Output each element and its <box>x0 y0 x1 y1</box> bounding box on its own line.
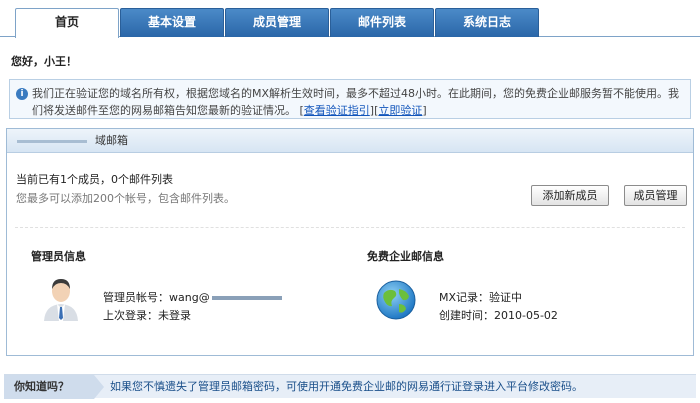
mx-value: 验证中 <box>489 291 523 304</box>
last-login-row: 上次登录：未登录 <box>103 307 191 323</box>
redacted-domain <box>17 140 87 143</box>
tab-system-log[interactable]: 系统日志 <box>435 8 539 37</box>
tip-arrow <box>94 375 104 399</box>
enterprise-info-title: 免费企业邮信息 <box>367 250 444 263</box>
admin-avatar-icon <box>44 279 78 321</box>
manage-members-button[interactable]: 成员管理 <box>624 185 687 206</box>
divider <box>15 227 685 228</box>
admin-account-label: 管理员帐号： <box>103 291 169 304</box>
tab-member-management[interactable]: 成员管理 <box>225 8 329 37</box>
created-label: 创建时间： <box>439 309 494 322</box>
verify-now-link[interactable]: 立即验证 <box>378 104 422 117</box>
last-login-label: 上次登录： <box>103 309 158 322</box>
bracket-close: ] <box>422 104 427 117</box>
view-guide-link[interactable]: 查看验证指引 <box>304 104 370 117</box>
admin-account-value: wang@ <box>169 291 210 304</box>
panel-header: 域邮箱 <box>7 129 693 153</box>
globe-icon <box>376 280 416 320</box>
verification-notice: i 我们正在验证您的域名所有权，根据您域名的MX解析生效时间，最多不超过48小时… <box>9 79 691 119</box>
admin-info-title: 管理员信息 <box>31 250 86 263</box>
tab-bar: 首页 基本设置 成员管理 邮件列表 系统日志 <box>0 0 700 38</box>
mx-label: MX记录： <box>439 291 490 304</box>
redacted-account <box>211 296 282 300</box>
tab-mail-list[interactable]: 邮件列表 <box>330 8 434 37</box>
domain-mailbox-panel: 域邮箱 当前已有1个成员，0个邮件列表 您最多可以添加200个帐号，包含邮件列表… <box>6 128 694 356</box>
last-login-value: 未登录 <box>158 309 191 322</box>
created-time-row: 创建时间：2010-05-02 <box>439 307 558 323</box>
mx-record-row: MX记录：验证中 <box>439 289 522 305</box>
add-member-button[interactable]: 添加新成员 <box>531 185 609 206</box>
tip-text: 如果您不慎遗失了管理员邮箱密码，可使用开通免费企业邮的网易通行证登录进入平台修改… <box>110 380 583 393</box>
greeting-text: 您好，小王！ <box>11 55 77 68</box>
tab-basic-settings[interactable]: 基本设置 <box>120 8 224 37</box>
info-icon: i <box>16 88 28 100</box>
tab-home[interactable]: 首页 <box>15 8 119 38</box>
member-count-text: 当前已有1个成员，0个邮件列表 <box>16 173 173 186</box>
created-value: 2010-05-02 <box>494 309 558 322</box>
account-limit-text: 您最多可以添加200个帐号，包含邮件列表。 <box>16 192 235 205</box>
panel-title: 域邮箱 <box>95 134 128 147</box>
admin-account-row: 管理员帐号：wang@ <box>103 289 282 305</box>
tip-bar: 你知道吗？ 如果您不慎遗失了管理员邮箱密码，可使用开通免费企业邮的网易通行证登录… <box>4 374 696 399</box>
tip-label: 你知道吗？ <box>4 375 94 399</box>
